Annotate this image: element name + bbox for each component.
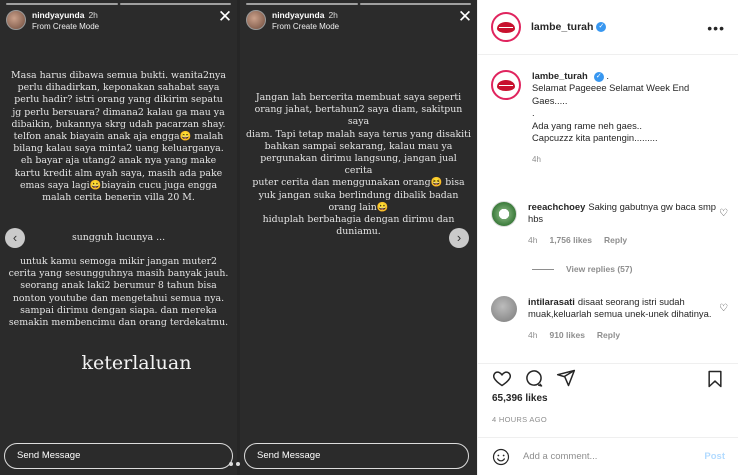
verified-icon: ✓ bbox=[596, 22, 607, 32]
add-comment-bar: Add a comment... Post bbox=[478, 437, 738, 475]
story-frame-2: nindyayunda 2h From Create Mode ✕ Jangan … bbox=[240, 0, 477, 475]
close-icon[interactable]: ✕ bbox=[217, 8, 233, 25]
heart-icon[interactable]: ♡ bbox=[719, 303, 728, 314]
story-time: 2h bbox=[88, 10, 98, 20]
story-subtitle: From Create Mode bbox=[32, 22, 100, 31]
story-frame-1: nindyayunda 2h From Create Mode ✕ Masa ha… bbox=[0, 0, 237, 475]
avatar[interactable] bbox=[491, 12, 521, 42]
comment-username[interactable]: reeachchoey bbox=[528, 201, 585, 212]
likes-count[interactable]: 65,396 likes bbox=[492, 393, 548, 404]
story-heading: keterlaluan bbox=[81, 352, 192, 374]
lips-logo-icon bbox=[497, 79, 515, 91]
story-avatar[interactable] bbox=[6, 10, 26, 30]
story-text: untuk kamu semoga mikir jangan muter2 ce… bbox=[8, 256, 229, 329]
heart-icon[interactable]: ♡ bbox=[719, 208, 728, 219]
story-text: sungguh lucunya ... bbox=[71, 232, 166, 243]
story-progress-bars bbox=[6, 3, 231, 5]
caption-time[interactable]: 4h bbox=[532, 154, 728, 166]
add-comment-input[interactable]: Add a comment... bbox=[523, 451, 704, 462]
share-icon[interactable] bbox=[556, 368, 576, 388]
caption: lambe_turah ✓ . Selamat Pageeee Selamat W… bbox=[491, 70, 728, 167]
comment-item: intilarasati disaat seorang istri sudah m… bbox=[491, 296, 728, 341]
verified-icon: ✓ bbox=[593, 71, 604, 82]
send-message-input[interactable]: Send Message bbox=[4, 443, 233, 469]
comment-username[interactable]: intilarasati bbox=[528, 296, 575, 307]
heart-icon[interactable] bbox=[492, 368, 512, 388]
avatar[interactable] bbox=[491, 296, 517, 322]
emoji-icon[interactable] bbox=[492, 448, 510, 466]
story-avatar[interactable] bbox=[246, 10, 266, 30]
story-subtitle: From Create Mode bbox=[272, 22, 340, 31]
post-button[interactable]: Post bbox=[704, 451, 725, 462]
view-replies-label: View replies (57) bbox=[566, 264, 633, 274]
comments-list[interactable]: lambe_turah ✓ . Selamat Pageeee Selamat W… bbox=[478, 56, 738, 363]
lips-logo-icon bbox=[497, 21, 515, 33]
action-bar bbox=[478, 363, 738, 391]
post-age[interactable]: 4 HOURS AGO bbox=[492, 415, 547, 424]
view-replies-button[interactable]: View replies (57) bbox=[532, 264, 632, 274]
more-options-icon[interactable]: ••• bbox=[707, 20, 725, 36]
comment-icon[interactable] bbox=[524, 368, 544, 388]
avatar[interactable] bbox=[491, 201, 517, 227]
close-icon[interactable]: ✕ bbox=[457, 8, 473, 25]
chevron-right-icon[interactable]: › bbox=[449, 228, 469, 248]
post-media: nindyayunda 2h From Create Mode ✕ Masa ha… bbox=[0, 0, 477, 475]
story-time: 2h bbox=[328, 10, 338, 20]
story-username[interactable]: nindyayunda bbox=[32, 10, 84, 20]
reply-button[interactable]: Reply bbox=[604, 234, 627, 246]
post-username[interactable]: lambe_turah bbox=[531, 21, 593, 33]
story-header: nindyayunda 2h From Create Mode bbox=[246, 8, 339, 32]
divider bbox=[532, 268, 554, 270]
story-header: nindyayunda 2h From Create Mode bbox=[6, 8, 99, 32]
chevron-left-icon[interactable]: ‹ bbox=[5, 228, 25, 248]
story-text: Jangan lah bercerita membuat saya sepert… bbox=[246, 92, 471, 238]
story-text: Masa harus dibawa semua bukti. wanita2ny… bbox=[11, 70, 226, 204]
story-progress-bars bbox=[246, 3, 471, 5]
comment-time[interactable]: 4h bbox=[528, 329, 537, 341]
avatar[interactable] bbox=[491, 70, 521, 100]
bookmark-icon[interactable] bbox=[705, 369, 725, 389]
story-username[interactable]: nindyayunda bbox=[272, 10, 324, 20]
comment-likes[interactable]: 1,756 likes bbox=[549, 234, 592, 246]
comment-time[interactable]: 4h bbox=[528, 234, 537, 246]
send-message-input[interactable]: Send Message bbox=[244, 443, 469, 469]
comment-item: reeachchoey Saking gabutnya gw baca smp h… bbox=[491, 201, 728, 246]
reply-button[interactable]: Reply bbox=[597, 329, 620, 341]
caption-username[interactable]: lambe_turah bbox=[532, 70, 588, 81]
post-header: lambe_turah ✓ ••• bbox=[478, 0, 738, 55]
carousel-dots bbox=[229, 462, 240, 466]
post-panel: lambe_turah ✓ ••• lambe_turah ✓ . Selamat… bbox=[477, 0, 738, 475]
comment-likes[interactable]: 910 likes bbox=[549, 329, 584, 341]
